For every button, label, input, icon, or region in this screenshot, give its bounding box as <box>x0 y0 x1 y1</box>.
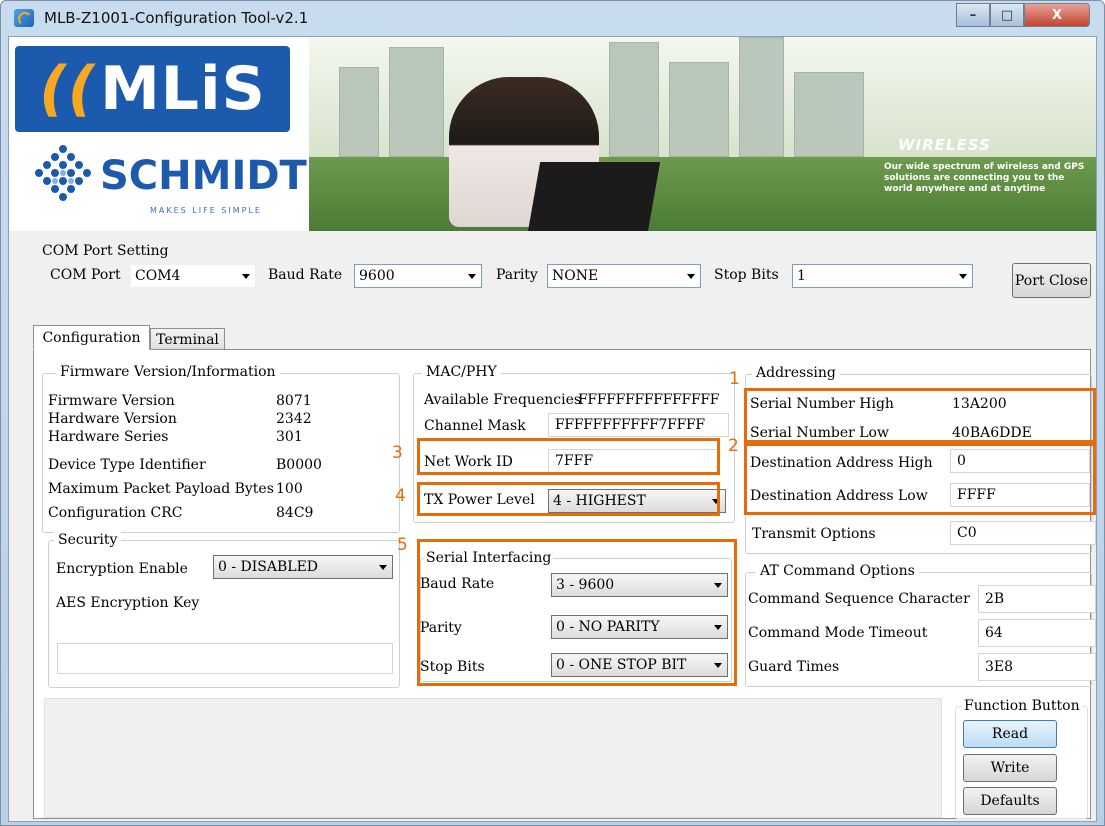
firmware-version-label: Firmware Version <box>48 393 175 409</box>
com-port-value: COM4 <box>135 268 181 284</box>
firmware-version-value: 8071 <box>276 393 312 409</box>
tab-configuration[interactable]: Configuration <box>33 325 150 350</box>
com-port-select[interactable]: COM4 <box>130 264 256 288</box>
device-type-label: Device Type Identifier <box>48 457 206 473</box>
config-crc-value: 84C9 <box>276 505 314 521</box>
available-frequencies-label: Available Frequencies <box>424 392 582 408</box>
building-shape <box>389 47 444 157</box>
addressing-group-label: Addressing <box>752 365 840 381</box>
config-crc-label: Configuration CRC <box>48 505 183 521</box>
encryption-enable-label: Encryption Enable <box>56 561 188 577</box>
parity-select[interactable]: NONE <box>547 264 701 288</box>
stop-bits-select[interactable]: 1 <box>792 264 973 288</box>
building-shape <box>609 42 659 157</box>
command-sequence-label: Command Sequence Character <box>748 591 970 607</box>
available-frequencies-value: FFFFFFFFFFFFFFF <box>578 392 720 408</box>
log-panel <box>44 698 942 818</box>
com-port-label: COM Port <box>50 267 121 283</box>
hardware-version-label: Hardware Version <box>48 411 177 427</box>
max-payload-label: Maximum Packet Payload Bytes <box>48 481 274 497</box>
channel-mask-input[interactable]: FFFFFFFFFFF7FFFF <box>548 413 729 437</box>
building-shape <box>739 37 784 157</box>
hardware-version-value: 2342 <box>276 411 312 427</box>
annotation-number-2: 2 <box>728 436 739 456</box>
stop-bits-value: 1 <box>797 268 806 284</box>
highlight-box-2 <box>744 443 1096 515</box>
banner-laptop <box>527 162 661 231</box>
hardware-series-label: Hardware Series <box>48 429 169 445</box>
app-icon <box>14 9 34 27</box>
aes-key-label: AES Encryption Key <box>56 595 200 611</box>
highlight-box-3 <box>417 438 720 475</box>
close-icon: X <box>1051 7 1063 23</box>
security-group-label: Security <box>54 532 122 548</box>
annotation-number-5: 5 <box>397 535 408 555</box>
schmidt-tagline: MAKES LIFE SIMPLE <box>150 206 262 215</box>
parity-value: NONE <box>552 268 599 284</box>
defaults-button[interactable]: Defaults <box>963 787 1057 815</box>
command-timeout-label: Command Mode Timeout <box>748 625 928 641</box>
transmit-options-input[interactable]: C0 <box>950 521 1096 545</box>
building-shape <box>794 72 864 157</box>
chevron-down-icon <box>242 274 250 279</box>
aes-key-input[interactable] <box>57 643 393 674</box>
channel-mask-label: Channel Mask <box>424 418 526 434</box>
maximize-icon: □ <box>1000 7 1014 23</box>
maximize-button[interactable]: □ <box>990 3 1024 27</box>
tab-terminal[interactable]: Terminal <box>150 328 225 350</box>
read-button[interactable]: Read <box>963 720 1057 748</box>
function-button-label: Function Button <box>962 698 1082 714</box>
highlight-box-1 <box>744 388 1096 443</box>
wifi-logo-icon: (( <box>39 54 97 124</box>
annotation-number-4: 4 <box>395 486 406 506</box>
annotation-number-1: 1 <box>729 369 740 389</box>
chevron-down-icon <box>959 274 967 279</box>
chevron-down-icon <box>687 274 695 279</box>
building-shape <box>339 67 379 157</box>
hardware-series-value: 301 <box>276 429 303 445</box>
com-port-setting-label: COM Port Setting <box>42 243 169 259</box>
chevron-down-icon <box>468 274 476 279</box>
chevron-down-icon <box>379 565 387 570</box>
device-type-value: B0000 <box>276 457 322 473</box>
firmware-group-label: Firmware Version/Information <box>56 364 280 380</box>
encryption-enable-value: 0 - DISABLED <box>218 559 319 575</box>
baud-rate-label: Baud Rate <box>268 267 343 283</box>
wireless-subtext: Our wide spectrum of wireless and GPS so… <box>884 162 1085 194</box>
schmidt-logo-text: SCHMIDT <box>100 153 307 199</box>
at-command-group-label: AT Command Options <box>756 563 919 579</box>
schmidt-logo-icon <box>35 145 91 201</box>
command-sequence-input[interactable]: 2B <box>978 585 1096 613</box>
guard-times-input[interactable]: 3E8 <box>978 653 1096 681</box>
wireless-headline: WIRELESS <box>898 136 991 154</box>
stop-bits-label: Stop Bits <box>714 267 779 283</box>
baud-rate-value: 9600 <box>359 268 395 284</box>
write-button[interactable]: Write <box>963 754 1057 782</box>
transmit-options-label: Transmit Options <box>752 526 876 542</box>
annotation-number-3: 3 <box>392 443 403 463</box>
max-payload-value: 100 <box>276 481 303 497</box>
command-timeout-input[interactable]: 64 <box>978 619 1096 647</box>
window-controls: – □ X <box>956 3 1090 27</box>
mac-phy-group-label: MAC/PHY <box>422 364 501 380</box>
encryption-enable-select[interactable]: 0 - DISABLED <box>213 555 393 579</box>
baud-rate-select[interactable]: 9600 <box>354 264 482 288</box>
window-title: MLB-Z1001-Configuration Tool-v2.1 <box>44 9 309 27</box>
port-close-button[interactable]: Port Close <box>1012 263 1091 298</box>
minimize-button[interactable]: – <box>956 3 990 27</box>
highlight-box-4 <box>417 482 720 516</box>
guard-times-label: Guard Times <box>748 659 840 675</box>
mlis-logo: ((MLiS <box>15 46 290 132</box>
close-button[interactable]: X <box>1024 3 1090 27</box>
minimize-icon: – <box>969 7 977 23</box>
building-shape <box>669 62 729 157</box>
highlight-box-5 <box>417 539 737 686</box>
parity-label: Parity <box>496 267 538 283</box>
